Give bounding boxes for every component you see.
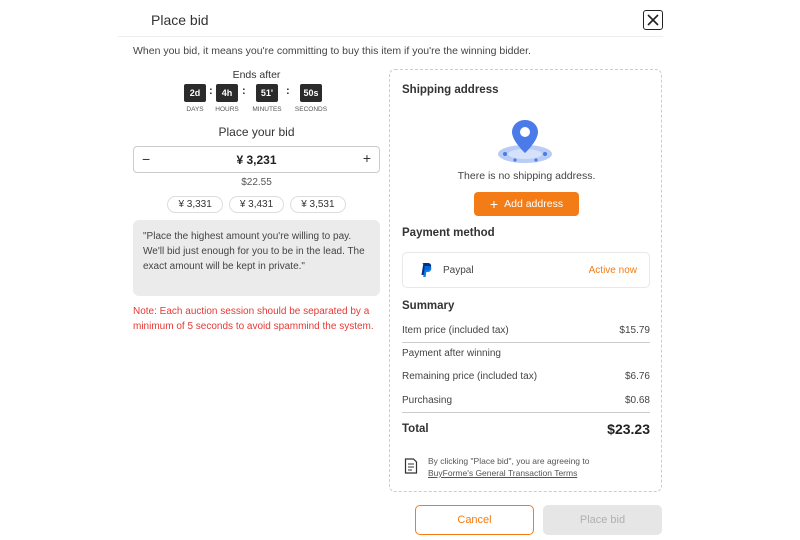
close-icon <box>647 14 659 26</box>
bid-heading: Place your bid <box>218 125 295 139</box>
paypal-icon <box>421 263 432 277</box>
countdown-separator: : <box>286 85 290 97</box>
header-divider <box>118 36 663 37</box>
dialog-title: Place bid <box>151 12 209 28</box>
summary-label: Payment after winning <box>402 348 501 359</box>
bid-stepper: − ¥ 3,231 + <box>133 146 380 173</box>
increase-bid-button[interactable]: + <box>363 150 371 166</box>
summary-value: $0.68 <box>624 395 650 406</box>
summary-divider <box>402 342 650 343</box>
countdown-days: 2d <box>184 84 206 102</box>
intro-text: When you bid, it means you're committing… <box>133 45 531 57</box>
countdown-hours-label: HOURS <box>215 106 239 113</box>
bid-suggestion-chip[interactable]: ¥ 3,331 <box>167 196 223 213</box>
document-icon <box>404 458 418 474</box>
add-address-label: Add address <box>504 198 564 210</box>
payment-heading: Payment method <box>402 227 495 239</box>
summary-row-after-winning: Payment after winning <box>402 348 650 359</box>
summary-heading: Summary <box>402 300 455 312</box>
countdown-minutes: 51' <box>256 84 278 102</box>
countdown-separator: : <box>242 85 246 97</box>
countdown-seconds-label: SECONDS <box>294 106 328 113</box>
terms-text: By clicking "Place bid", you are agreein… <box>428 456 590 466</box>
checkout-card: Shipping address There is no shipping ad… <box>389 69 662 492</box>
bid-suggestion-chip[interactable]: ¥ 3,431 <box>228 196 285 213</box>
location-pin-icon <box>498 120 552 163</box>
summary-row-remaining: Remaining price (included tax) $6.76 <box>402 371 650 382</box>
place-bid-button[interactable]: Place bid <box>543 505 662 535</box>
bid-warning: Note: Each auction session should be sep… <box>133 306 374 332</box>
total-label: Total <box>402 423 429 435</box>
total-value: $23.23 <box>607 421 650 437</box>
payment-method-option[interactable]: Paypal Active now <box>402 252 650 288</box>
plus-icon: + <box>489 196 499 212</box>
place-bid-dialog: Place bid When you bid, it means you're … <box>118 0 663 540</box>
countdown-heading: Ends after <box>232 69 281 81</box>
payment-method-name: Paypal <box>443 265 474 276</box>
shipping-heading: Shipping address <box>402 84 499 96</box>
bid-amount[interactable]: ¥ 3,231 <box>134 153 379 167</box>
no-address-text: There is no shipping address. <box>457 170 596 182</box>
summary-row-purchasing: Purchasing $0.68 <box>402 395 650 406</box>
countdown-seconds: 50s <box>300 84 322 102</box>
summary-label: Remaining price (included tax) <box>402 371 538 382</box>
countdown-separator: : <box>209 85 213 97</box>
summary-value: $6.76 <box>624 371 650 382</box>
cancel-button[interactable]: Cancel <box>415 505 534 535</box>
close-button[interactable] <box>643 10 663 30</box>
countdown-minutes-label: MINUTES <box>252 106 282 113</box>
payment-status: Active now <box>588 265 637 276</box>
countdown-hours: 4h <box>216 84 238 102</box>
bid-info-note: "Place the highest amount you're willing… <box>133 220 380 296</box>
bid-suggestions: ¥ 3,331 ¥ 3,431 ¥ 3,531 <box>133 196 380 213</box>
summary-row-item-price: Item price (included tax) $15.79 <box>402 325 650 336</box>
countdown-timer: 2d : 4h : 51' : 50s DAYS HOURS MINUTES S… <box>133 84 380 118</box>
terms-notice: By clicking "Place bid", you are agreein… <box>402 454 650 482</box>
countdown-days-label: DAYS <box>186 106 204 113</box>
summary-label: Purchasing <box>402 395 453 406</box>
summary-divider <box>402 412 650 413</box>
bid-converted-amount: $22.55 <box>241 177 272 188</box>
add-address-button[interactable]: + Add address <box>474 192 579 216</box>
summary-value: $15.79 <box>619 325 650 336</box>
summary-label: Item price (included tax) <box>402 325 509 336</box>
terms-link[interactable]: BuyForme's General Transaction Terms <box>428 468 577 478</box>
bid-suggestion-chip[interactable]: ¥ 3,531 <box>290 196 346 213</box>
summary-row-total: Total $23.23 <box>402 421 650 437</box>
